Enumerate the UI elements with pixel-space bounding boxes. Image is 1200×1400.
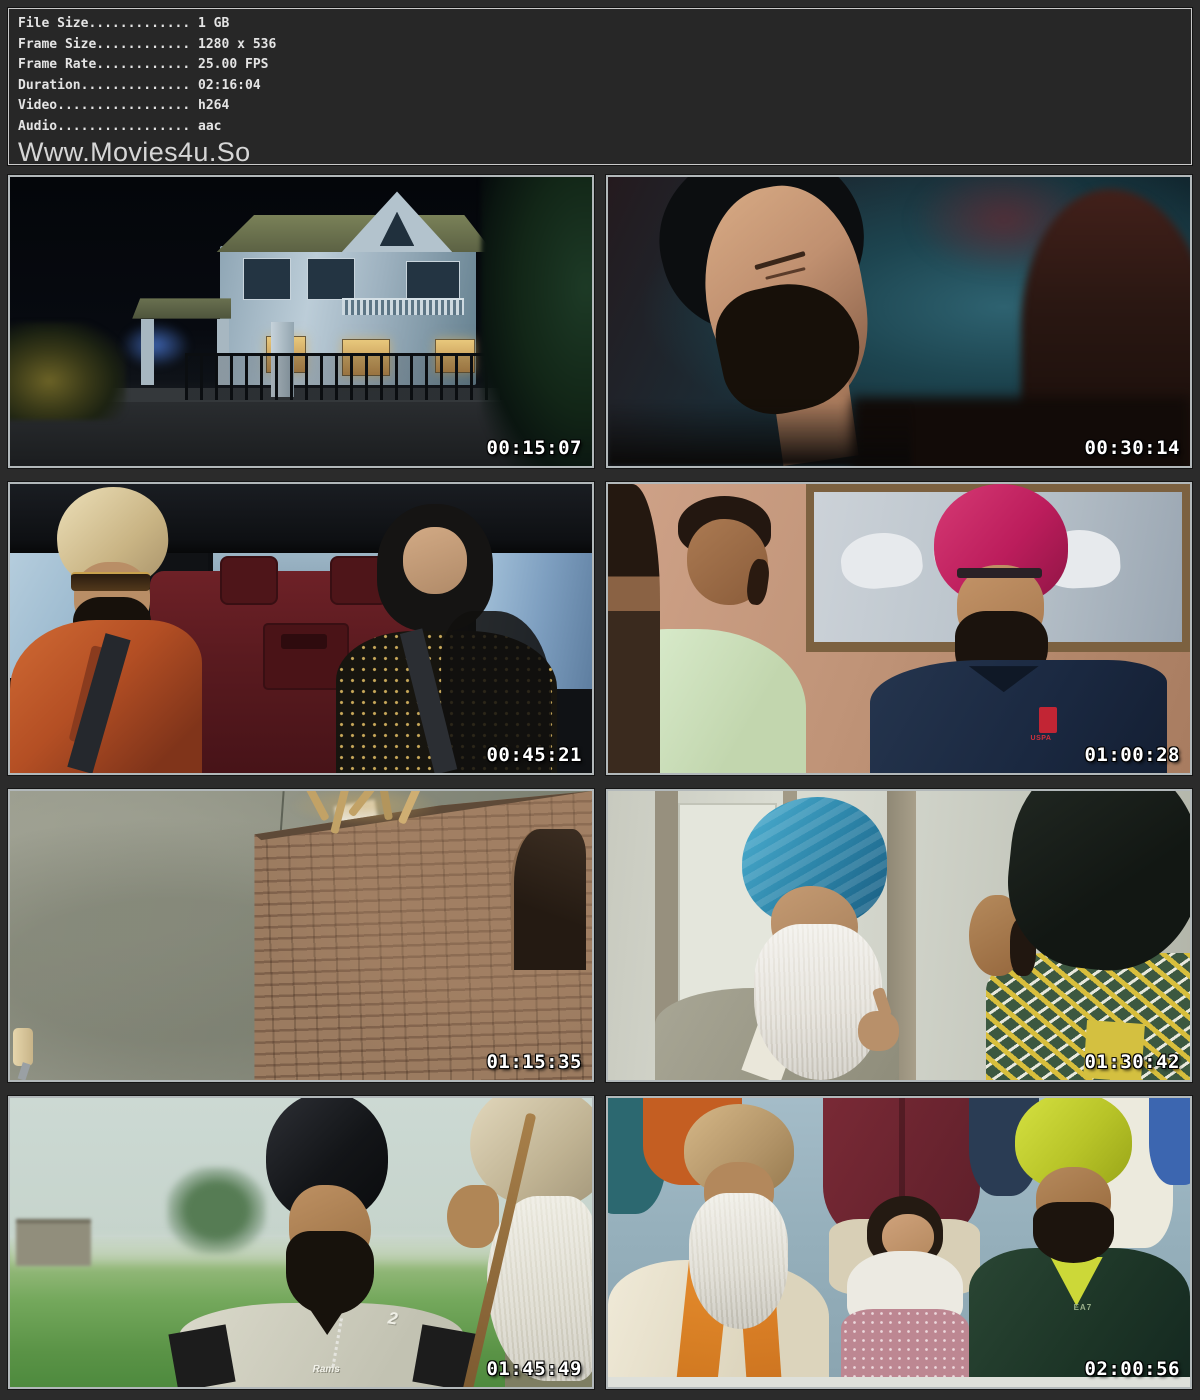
dot-leader: ................. — [57, 119, 198, 134]
upper-window-shape — [243, 258, 292, 300]
info-label: File Size — [18, 16, 88, 31]
dot-leader: ................. — [57, 98, 198, 113]
info-line-frame-size: Frame Size............ 1280 x 536 — [18, 35, 1181, 56]
tree-shape — [167, 1167, 266, 1254]
background-person-blue — [1149, 1098, 1190, 1185]
thumbnail-1: 00:15:07 — [8, 175, 594, 468]
dot-leader: ............. — [88, 16, 198, 31]
passenger-face-shape — [403, 527, 467, 593]
polo-logo-shape — [1039, 707, 1058, 733]
carport-post-shape — [141, 319, 154, 385]
timestamp-badge: 00:45:21 — [486, 744, 582, 766]
thumbnail-8: EA7 02:00:56 — [606, 1096, 1192, 1389]
info-line-audio: Audio................. aac — [18, 117, 1181, 138]
timestamp-badge: 00:30:14 — [1084, 437, 1180, 459]
elder-hand-shape — [858, 1011, 899, 1051]
headrest-shape — [220, 556, 278, 605]
info-label: Video — [18, 98, 57, 113]
info-label: Audio — [18, 119, 57, 134]
turban-band-shape — [957, 568, 1041, 578]
thumbnail-grid: 00:15:07 00:30:14 — [8, 175, 1192, 1389]
timestamp-badge: 02:00:56 — [1084, 1358, 1180, 1380]
info-value: h264 — [198, 98, 229, 113]
scene-couple-in-car — [10, 484, 592, 773]
polo-brand-text: USPA — [1031, 735, 1052, 742]
upper-window-shape — [307, 258, 356, 300]
timestamp-badge: 01:15:35 — [486, 1051, 582, 1073]
edge-figure-shape — [608, 484, 660, 773]
jersey-brand-text: Rams — [313, 1364, 340, 1375]
scene-brick-wall — [10, 791, 592, 1080]
upper-window-shape — [406, 261, 460, 301]
info-value: 25.00 FPS — [198, 57, 268, 72]
scene-men-in-field: 2 Rams — [10, 1098, 592, 1387]
thumbnail-6: 01:30:42 — [606, 789, 1192, 1082]
white-beard-shape — [689, 1193, 788, 1329]
jacket-brand-text: EA7 — [1074, 1303, 1093, 1312]
info-line-duration: Duration.............. 02:16:04 — [18, 76, 1181, 97]
blue-light-glow — [121, 322, 191, 368]
mediainfo-sheet: File Size............. 1 GB Frame Size..… — [0, 0, 1200, 1400]
palm-trees-shape — [10, 322, 126, 420]
info-value: 02:16:04 — [198, 78, 261, 93]
timestamp-badge: 01:30:42 — [1084, 1051, 1180, 1073]
info-label: Frame Size — [18, 37, 96, 52]
pink-dress-shape — [841, 1309, 969, 1387]
dot-leader: ............ — [96, 57, 198, 72]
balcony-railing-shape — [342, 298, 464, 314]
thumbnail-3: 00:45:21 — [8, 482, 594, 775]
armrest-slot-shape — [281, 634, 328, 648]
hut-shape — [16, 1219, 92, 1265]
media-info-panel: File Size............. 1 GB Frame Size..… — [8, 8, 1192, 165]
dark-shoulder-shape — [608, 402, 911, 466]
info-line-frame-rate: Frame Rate............ 25.00 FPS — [18, 55, 1181, 76]
tree-shape — [481, 177, 592, 466]
info-line-file-size: File Size............. 1 GB — [18, 14, 1181, 35]
wall-opening-shape — [511, 829, 587, 971]
carport-roof-shape — [132, 298, 231, 318]
young-man-beard-shape — [1033, 1202, 1114, 1263]
watermark-text: Www.Movies4u.So — [18, 137, 1181, 167]
sunglasses-shape — [71, 572, 150, 591]
dot-leader: ............ — [96, 37, 198, 52]
info-line-video: Video................. h264 — [18, 96, 1181, 117]
info-value: aac — [198, 119, 221, 134]
thumbnail-2: 00:30:14 — [606, 175, 1192, 468]
thumbnail-4: USPA 01:00:28 — [606, 482, 1192, 775]
scene-room-horse-painting: USPA — [608, 484, 1190, 773]
info-label: Frame Rate — [18, 57, 96, 72]
scene-elders-conversation — [608, 791, 1190, 1080]
timestamp-badge: 00:15:07 — [486, 437, 582, 459]
timestamp-badge: 01:00:28 — [1084, 744, 1180, 766]
scene-house-night — [10, 177, 592, 466]
young-man-beard-shape — [286, 1231, 373, 1315]
info-value: 1280 x 536 — [198, 37, 276, 52]
info-value: 1 GB — [198, 16, 229, 31]
scene-seated-spectators: EA7 — [608, 1098, 1190, 1387]
dot-leader: .............. — [81, 78, 198, 93]
paint-roller-shape — [13, 1028, 33, 1066]
thumbnail-5: 01:15:35 — [8, 789, 594, 1082]
info-label: Duration — [18, 78, 81, 93]
elder-face-shape — [447, 1185, 499, 1249]
thumbnail-7: 2 Rams 01:45:49 — [8, 1096, 594, 1389]
timestamp-badge: 01:45:49 — [486, 1358, 582, 1380]
black-sleeve-shape — [168, 1325, 235, 1387]
scene-face-closeup — [608, 177, 1190, 466]
